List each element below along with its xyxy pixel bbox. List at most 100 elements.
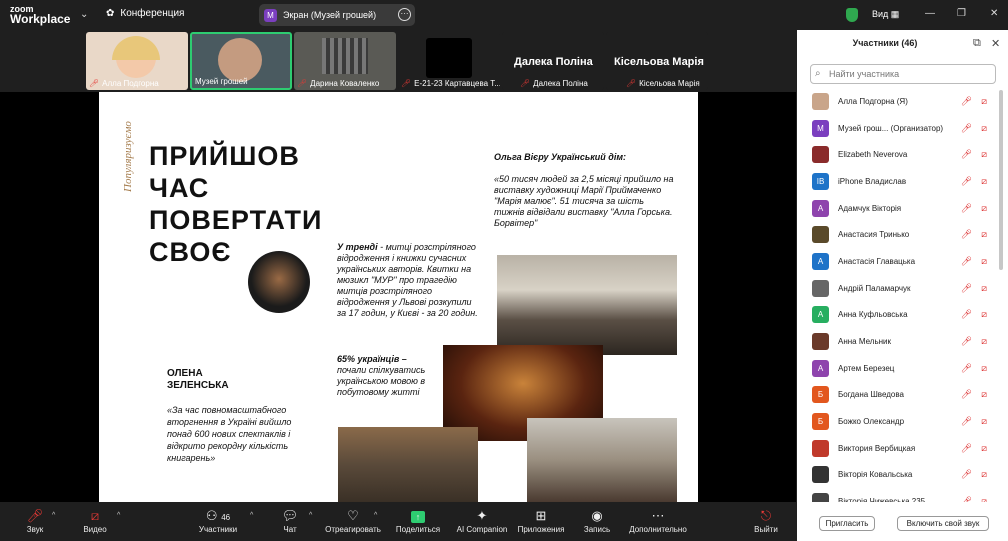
meeting-info[interactable]: ✿ Конференция (106, 8, 184, 19)
audio-button[interactable]: 🎤︎ Звук (22, 507, 48, 534)
more-button[interactable]: ⋯ Дополнительно (626, 507, 690, 534)
share-indicator[interactable]: М Экран (Музей грошей) ··· (259, 4, 415, 26)
avatar (812, 279, 829, 297)
popout-icon[interactable]: ⧉ (973, 37, 981, 50)
participant-name: Вікторія Ковальська (838, 470, 913, 480)
chevron-up-icon[interactable]: ^ (374, 512, 377, 519)
leave-icon: ⎋ (760, 508, 772, 523)
unmute-self-button[interactable]: Включить свой звук (897, 516, 989, 531)
participant-row[interactable]: М Музей грош... (Организатор) 🎤︎ ⧄ (797, 115, 1002, 142)
share-button[interactable]: ↑ Поделиться (394, 507, 442, 534)
maximize-icon[interactable]: ❐ (957, 8, 966, 19)
participant-name: Богдана Шведова (838, 390, 904, 400)
zoom-logo: zoom Workplace (10, 4, 71, 26)
meeting-toolbar: 🎤︎ Звук ^ ⧄ Видео ^ ⚇ 46 Участники ^ 💬︎ Чат … (0, 502, 796, 541)
avatar (812, 439, 829, 457)
video-button[interactable]: ⧄ Видео (82, 507, 108, 534)
participant-row[interactable]: А Артем Березец 🎤︎ ⧄ (797, 355, 1002, 382)
mic-muted-icon: 🎤︎ (26, 508, 44, 523)
chevron-down-icon[interactable]: ⌄ (80, 9, 88, 20)
participant-name: Elizabeth Neverova (838, 150, 908, 160)
panel-title: Участники (46) (852, 38, 918, 48)
participant-row[interactable]: А Адамчук Вікторія 🎤︎ ⧄ (797, 195, 1002, 222)
chevron-up-icon[interactable]: ^ (309, 512, 312, 519)
quote-text: «50 тисяч людей за 2,5 місяці прийшло на… (494, 174, 674, 228)
share-title: Экран (Музей грошей) (283, 10, 377, 20)
participant-row[interactable]: Elizabeth Neverova 🎤︎ ⧄ (797, 141, 1002, 168)
apps-button[interactable]: ⊞ Приложения (515, 507, 567, 534)
video-off-icon: ⧄ (981, 149, 987, 160)
mic-muted-icon: 🎤︎ (960, 95, 972, 106)
participant-row[interactable]: А Анастасія Главацька 🎤︎ ⧄ (797, 248, 1002, 275)
video-tile[interactable]: Далека Поліна 🎤︎ Далека Поліна (502, 32, 604, 90)
video-off-icon: ⧄ (981, 95, 987, 106)
chevron-up-icon[interactable]: ^ (250, 512, 253, 519)
sparkle-icon: ✦ (476, 508, 488, 523)
participant-row[interactable]: Б Божко Олександр 🎤︎ ⧄ (797, 408, 1002, 435)
stat-text: 65% українців – почали спілкуватись украї… (337, 354, 426, 397)
video-off-icon: ⧄ (981, 202, 987, 213)
participant-row[interactable]: Андрій Паламарчук 🎤︎ ⧄ (797, 275, 1002, 302)
avatar (812, 333, 829, 351)
participant-row[interactable]: IB iPhone Владислав 🎤︎ ⧄ (797, 168, 1002, 195)
mic-muted-icon: 🎤︎ (297, 79, 308, 88)
chevron-up-icon[interactable]: ^ (52, 512, 55, 519)
avatar: Б (812, 386, 829, 404)
participant-name: Анастасия Тринько (838, 230, 910, 240)
avatar: IB (812, 172, 829, 190)
video-tile-active[interactable]: Музей грошей (190, 32, 292, 90)
video-tile[interactable]: 🎤︎ Алла Подгорна (86, 32, 188, 90)
mic-muted-icon: 🎤︎ (960, 442, 972, 453)
chat-button[interactable]: 💬︎ Чат (280, 507, 300, 534)
participant-row[interactable]: Алла Подгорна (Я) 🎤︎ ⧄ (797, 88, 1002, 115)
mic-muted-icon: 🎤︎ (520, 79, 531, 88)
paw-icon: ✿ (106, 8, 115, 19)
video-off-icon: ⧄ (981, 175, 987, 186)
scrollbar[interactable] (999, 90, 1003, 270)
participant-row[interactable]: Виктория Вербицкая 🎤︎ ⧄ (797, 435, 1002, 462)
video-off-icon: ⧄ (981, 416, 987, 427)
participant-row[interactable]: Анна Мельник 🎤︎ ⧄ (797, 328, 1002, 355)
more-icon[interactable]: ··· (398, 8, 411, 21)
view-button[interactable]: Вид ▦ (872, 9, 899, 20)
participant-row[interactable]: Вікторія Чижевська 235 🎤︎ ⧄ (797, 488, 1002, 502)
video-tile[interactable]: Кісельова Марія 🎤︎ Кісельова Марія (606, 32, 708, 90)
record-button[interactable]: ◉ Запись (582, 507, 612, 534)
video-tile[interactable]: 🎤︎ Дарина Коваленко (294, 32, 396, 90)
ai-companion-button[interactable]: ✦ AI Companion (455, 507, 509, 534)
avatar (812, 92, 829, 110)
participant-name: Музей грош... (Организатор) (838, 123, 944, 133)
participant-row[interactable]: Анастасия Тринько 🎤︎ ⧄ (797, 221, 1002, 248)
participant-name: Виктория Вербицкая (838, 443, 916, 453)
participant-row[interactable]: Вікторія Ковальська 🎤︎ ⧄ (797, 462, 1002, 489)
shield-icon[interactable] (846, 8, 858, 22)
video-image (426, 38, 472, 78)
mic-muted-icon: 🎤︎ (960, 416, 972, 427)
participant-row[interactable]: А Анна Куфльовська 🎤︎ ⧄ (797, 302, 1002, 329)
minimize-icon[interactable]: — (925, 8, 935, 19)
video-off-icon: ⧄ (981, 255, 987, 266)
invite-button[interactable]: Пригласить (819, 516, 875, 531)
chevron-up-icon[interactable]: ^ (117, 512, 120, 519)
participant-search[interactable]: ⌕ Найти участника (810, 64, 996, 84)
participants-button[interactable]: ⚇ 46 Участники (196, 507, 240, 534)
participant-name: iPhone Владислав (838, 176, 907, 186)
presentation-slide: Популяризуємо ПРИЙШОВ ЧАС ПОВЕРТАТИ СВОЄ… (99, 92, 698, 502)
avatar (812, 146, 829, 164)
avatar (812, 226, 829, 244)
video-off-icon: ⧄ (981, 282, 987, 293)
video-off-icon: ⧄ (981, 469, 987, 480)
mic-muted-icon: 🎤︎ (960, 496, 972, 502)
participant-row[interactable]: Б Богдана Шведова 🎤︎ ⧄ (797, 382, 1002, 409)
close-icon[interactable]: ✕ (990, 8, 998, 19)
video-tile[interactable]: 🎤︎ Е-21-23 Картавцева Т... (398, 32, 500, 90)
mic-muted-icon: 🎤︎ (960, 336, 972, 347)
avatar: А (812, 252, 829, 270)
mic-muted-icon: 🎤︎ (401, 79, 412, 88)
leave-button[interactable]: ⎋ Выйти (752, 507, 780, 534)
meeting-title: Конференция (120, 8, 185, 19)
close-icon[interactable]: ✕ (991, 37, 1000, 50)
participant-name: Анастасія Главацька (838, 256, 916, 266)
mic-muted-icon: 🎤︎ (626, 79, 637, 88)
slide-vertical-label: Популяризуємо (122, 121, 134, 192)
